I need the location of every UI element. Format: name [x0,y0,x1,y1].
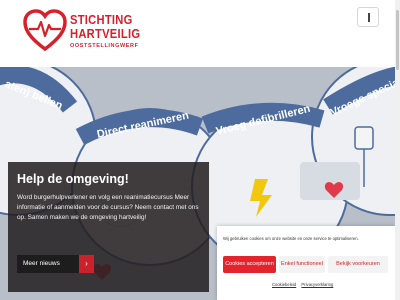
view-preferences-button[interactable]: Bekijk voorkeuren [328,256,388,273]
cookie-policy-link[interactable]: Cookiebeleid [272,282,296,287]
logo-text-location: OOSTSTELLINGWERF [70,43,139,49]
heart-logo-icon [23,9,67,52]
hero-card: Help de omgeving! Word burgerhulpverlene… [8,162,209,292]
menu-button[interactable] [357,7,379,27]
privacy-statement-link[interactable]: Privacyverklaring [301,282,333,287]
logo-text-hartveilig: HARTVEILIG [70,26,141,41]
site-header: STICHTING HARTVEILIG OOSTSTELLINGWERF [0,0,400,67]
site-logo[interactable]: STICHTING HARTVEILIG OOSTSTELLINGWERF [22,8,242,58]
chevron-right-icon: › [79,255,94,273]
hero-card-title: Help de omgeving! [17,172,129,186]
accept-cookies-button[interactable]: Cookies accepteren [223,256,276,273]
functional-only-button[interactable]: Enkel functioneel [279,256,325,273]
cookie-links: Cookiebeleid Privacyverklaring [272,282,337,287]
scrollbar-thumb[interactable] [396,10,399,70]
cookie-text: Wij gebruiken cookies om onze website en… [223,236,359,241]
menu-icon [368,13,370,22]
logo-text-stichting: STICHTING [70,12,133,27]
cookie-banner: Wij gebruiken cookies om onze website en… [217,226,395,300]
hero-card-text: Word burgerhulpverlener en volg een rean… [17,194,199,221]
page: STICHTING HARTVEILIG OOSTSTELLINGWERF at… [0,0,400,300]
more-news-button[interactable]: Meer nieuws › [17,255,94,273]
more-news-label: Meer nieuws [23,260,60,267]
